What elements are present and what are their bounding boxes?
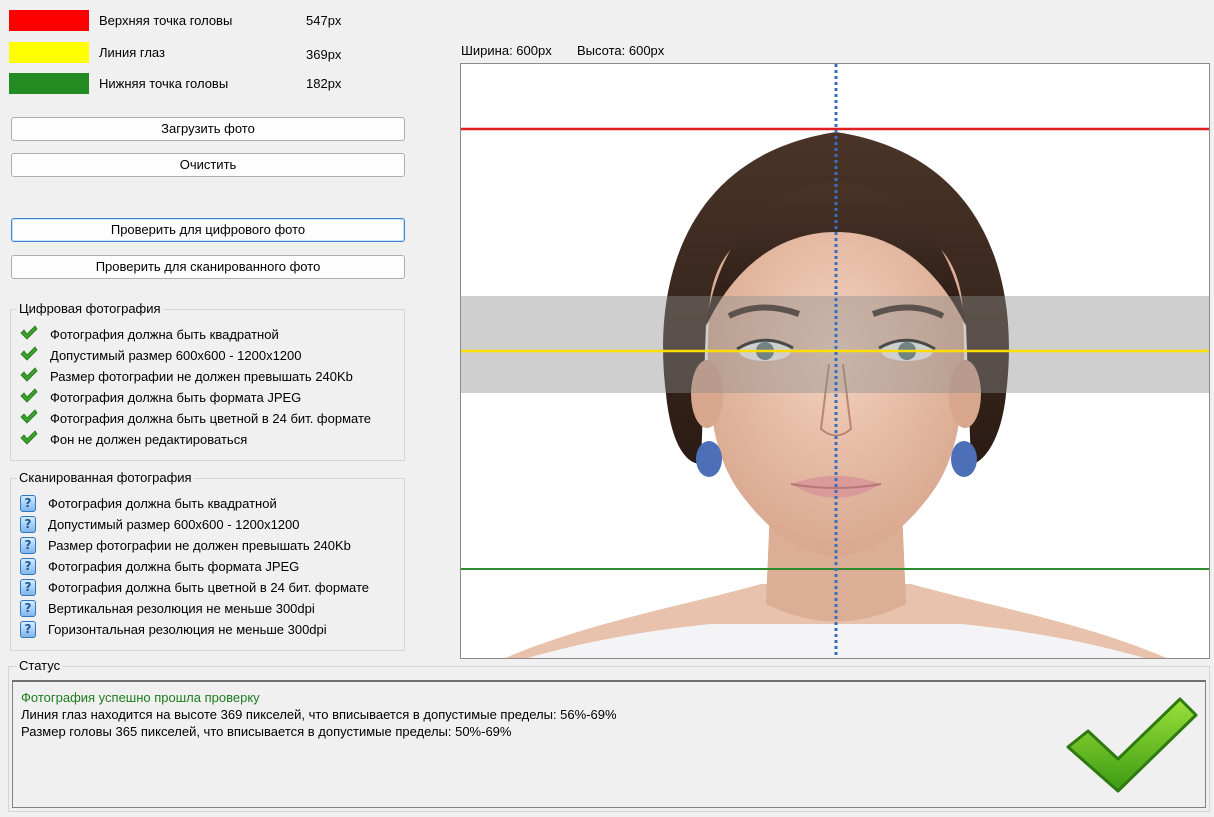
question-icon: ? — [20, 620, 36, 638]
requirement-label: Фотография должна быть формата JPEG — [50, 389, 302, 405]
success-check-icon — [1066, 697, 1198, 793]
requirement-label: Фон не должен редактироваться — [50, 431, 248, 447]
digital-group-title: Цифровая фотография — [17, 301, 163, 316]
question-icon: ? — [20, 557, 36, 575]
photo-height-label: Высота: 600px — [577, 43, 665, 58]
photo-width-label: Ширина: 600px — [461, 43, 552, 58]
question-icon: ? — [20, 515, 36, 533]
digital-requirement-item: Фотография должна быть формата JPEG — [20, 387, 301, 407]
scanned-requirement-item: ? Горизонтальная резолюция не меньше 300d… — [20, 619, 327, 639]
check-icon — [20, 429, 38, 449]
status-group-title: Статус — [17, 658, 63, 673]
digital-requirement-item: Фотография должна быть квадратной — [20, 324, 279, 344]
portrait-photo — [461, 64, 1209, 658]
check-icon — [20, 345, 38, 365]
requirement-label: Допустимый размер 600x600 - 1200x1200 — [48, 516, 300, 532]
check-icon — [20, 366, 38, 386]
legend-label-eyes: Линия глаз — [99, 45, 165, 60]
scanned-requirement-item: ? Допустимый размер 600x600 - 1200x1200 — [20, 514, 300, 534]
requirement-label: Горизонтальная резолюция не меньше 300dp… — [48, 621, 327, 637]
load-photo-button[interactable]: Загрузить фото — [11, 117, 405, 141]
check-digital-button[interactable]: Проверить для цифрового фото — [11, 218, 405, 242]
legend-swatch-eyes — [9, 42, 89, 63]
digital-requirement-item: Фотография должна быть цветной в 24 бит.… — [20, 408, 371, 428]
legend-swatch-bottom — [9, 73, 89, 94]
check-icon — [20, 408, 38, 428]
requirement-label: Фотография должна быть цветной в 24 бит.… — [48, 579, 369, 595]
requirement-label: Вертикальная резолюция не меньше 300dpi — [48, 600, 315, 616]
requirement-label: Фотография должна быть формата JPEG — [48, 558, 300, 574]
question-icon: ? — [20, 578, 36, 596]
requirement-label: Размер фотографии не должен превышать 24… — [48, 537, 351, 553]
legend-value-eyes: 369px — [306, 47, 342, 62]
scanned-requirement-item: ? Фотография должна быть квадратной — [20, 493, 277, 513]
requirement-label: Фотография должна быть квадратной — [48, 495, 277, 511]
scanned-group-title: Сканированная фотография — [17, 470, 194, 485]
scanned-requirement-item: ? Фотография должна быть формата JPEG — [20, 556, 299, 576]
legend-label-top: Верхняя точка головы — [99, 13, 233, 28]
check-icon — [20, 387, 38, 407]
scanned-requirement-item: ? Размер фотографии не должен превышать 2… — [20, 535, 351, 555]
legend-value-top: 547px — [306, 13, 342, 28]
digital-requirement-item: Фон не должен редактироваться — [20, 429, 247, 449]
requirement-label: Размер фотографии не должен превышать 24… — [50, 368, 353, 384]
requirement-label: Фотография должна быть цветной в 24 бит.… — [50, 410, 371, 426]
digital-requirement-item: Допустимый размер 600x600 - 1200x1200 — [20, 345, 302, 365]
legend-value-bottom: 182px — [306, 76, 342, 91]
clear-button[interactable]: Очистить — [11, 153, 405, 177]
status-head-size-text: Размер головы 365 пикселей, что вписывае… — [21, 724, 512, 739]
check-icon — [20, 324, 38, 344]
question-icon: ? — [20, 494, 36, 512]
requirement-label: Фотография должна быть квадратной — [50, 326, 279, 342]
status-success-text: Фотография успешно прошла проверку — [21, 690, 260, 705]
requirement-label: Допустимый размер 600x600 - 1200x1200 — [50, 347, 302, 363]
scanned-requirement-item: ? Фотография должна быть цветной в 24 бит… — [20, 577, 369, 597]
legend-label-bottom: Нижняя точка головы — [99, 76, 229, 91]
digital-requirement-item: Размер фотографии не должен превышать 24… — [20, 366, 353, 386]
question-icon: ? — [20, 599, 36, 617]
status-eye-line-text: Линия глаз находится на высоте 369 пиксе… — [21, 707, 617, 722]
question-icon: ? — [20, 536, 36, 554]
check-scanned-button[interactable]: Проверить для сканированного фото — [11, 255, 405, 279]
legend-swatch-top — [9, 10, 89, 31]
scanned-requirement-item: ? Вертикальная резолюция не меньше 300dpi — [20, 598, 315, 618]
photo-preview[interactable] — [460, 63, 1210, 659]
